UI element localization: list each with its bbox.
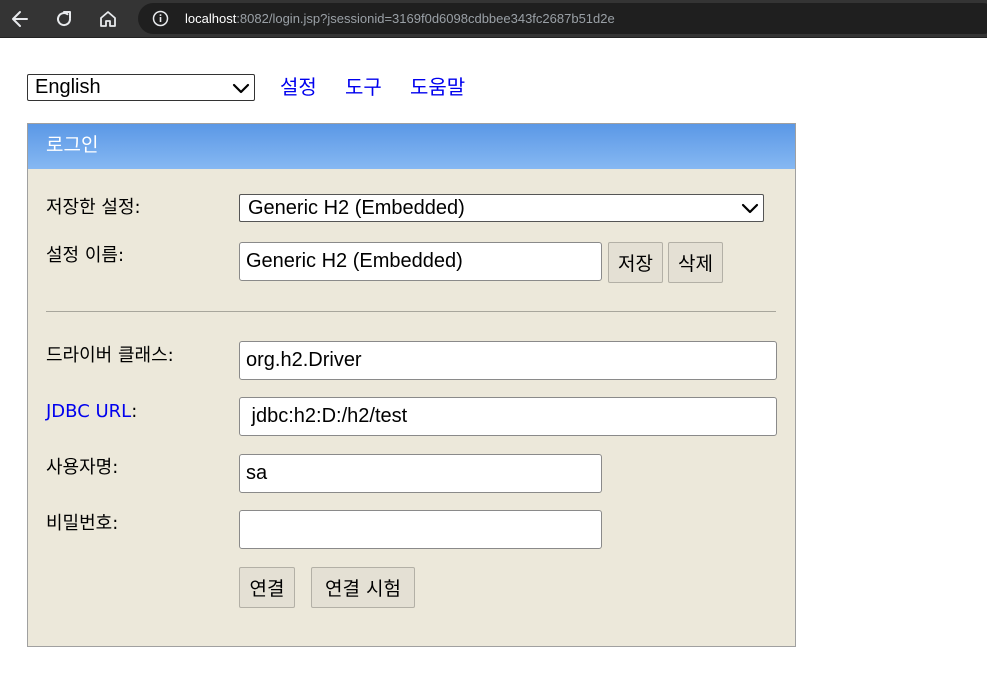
login-title: 로그인	[46, 134, 99, 156]
url-path: :8082/login.jsp?jsessionid=3169f0d6098cd…	[236, 11, 615, 26]
driver-class-input[interactable]	[239, 341, 777, 380]
jdbc-url-label: JDBC URL:	[46, 400, 137, 424]
info-icon[interactable]	[152, 10, 169, 27]
url-host: localhost	[185, 11, 237, 26]
saved-settings-value: Generic H2 (Embedded)	[248, 197, 465, 219]
login-panel: 로그인 저장한 설정: Generic H2 (Embedded) 설정 이름:…	[27, 123, 796, 647]
setting-name-label: 설정 이름:	[46, 245, 125, 266]
chevron-down-icon	[741, 203, 759, 214]
jdbc-url-input[interactable]	[239, 397, 777, 436]
jdbc-url-link[interactable]: JDBC URL	[46, 401, 131, 422]
reload-button[interactable]	[51, 6, 77, 32]
settings-link[interactable]: 설정	[280, 74, 317, 100]
test-connection-button[interactable]: 연결 시험	[311, 567, 415, 608]
saved-settings-select[interactable]: Generic H2 (Embedded)	[239, 194, 764, 222]
browser-toolbar: localhost:8082/login.jsp?jsessionid=3169…	[0, 0, 987, 38]
password-label: 비밀번호:	[46, 513, 119, 534]
jdbc-url-colon: :	[131, 401, 138, 422]
driver-class-label: 드라이버 클래스:	[46, 345, 174, 366]
connect-button[interactable]: 연결	[239, 567, 295, 608]
setting-name-input[interactable]	[239, 242, 602, 281]
divider	[46, 311, 776, 312]
reload-icon	[57, 11, 72, 27]
address-bar[interactable]: localhost:8082/login.jsp?jsessionid=3169…	[138, 3, 987, 34]
delete-button[interactable]: 삭제	[668, 242, 723, 283]
back-button[interactable]	[7, 6, 33, 32]
save-button[interactable]: 저장	[608, 242, 663, 283]
language-select[interactable]: English	[27, 74, 255, 101]
back-arrow-icon	[12, 11, 28, 27]
language-select-value: English	[35, 76, 101, 98]
help-link[interactable]: 도움말	[410, 74, 465, 100]
saved-settings-label: 저장한 설정:	[46, 197, 141, 218]
tools-link[interactable]: 도구	[345, 74, 382, 100]
url-text[interactable]: localhost:8082/login.jsp?jsessionid=3169…	[185, 10, 615, 27]
home-icon	[100, 11, 116, 27]
home-button[interactable]	[95, 6, 121, 32]
login-header: 로그인	[28, 124, 795, 169]
username-input[interactable]	[239, 454, 602, 493]
username-label: 사용자명:	[46, 457, 119, 478]
password-input[interactable]	[239, 510, 602, 549]
chevron-down-icon	[232, 83, 250, 94]
